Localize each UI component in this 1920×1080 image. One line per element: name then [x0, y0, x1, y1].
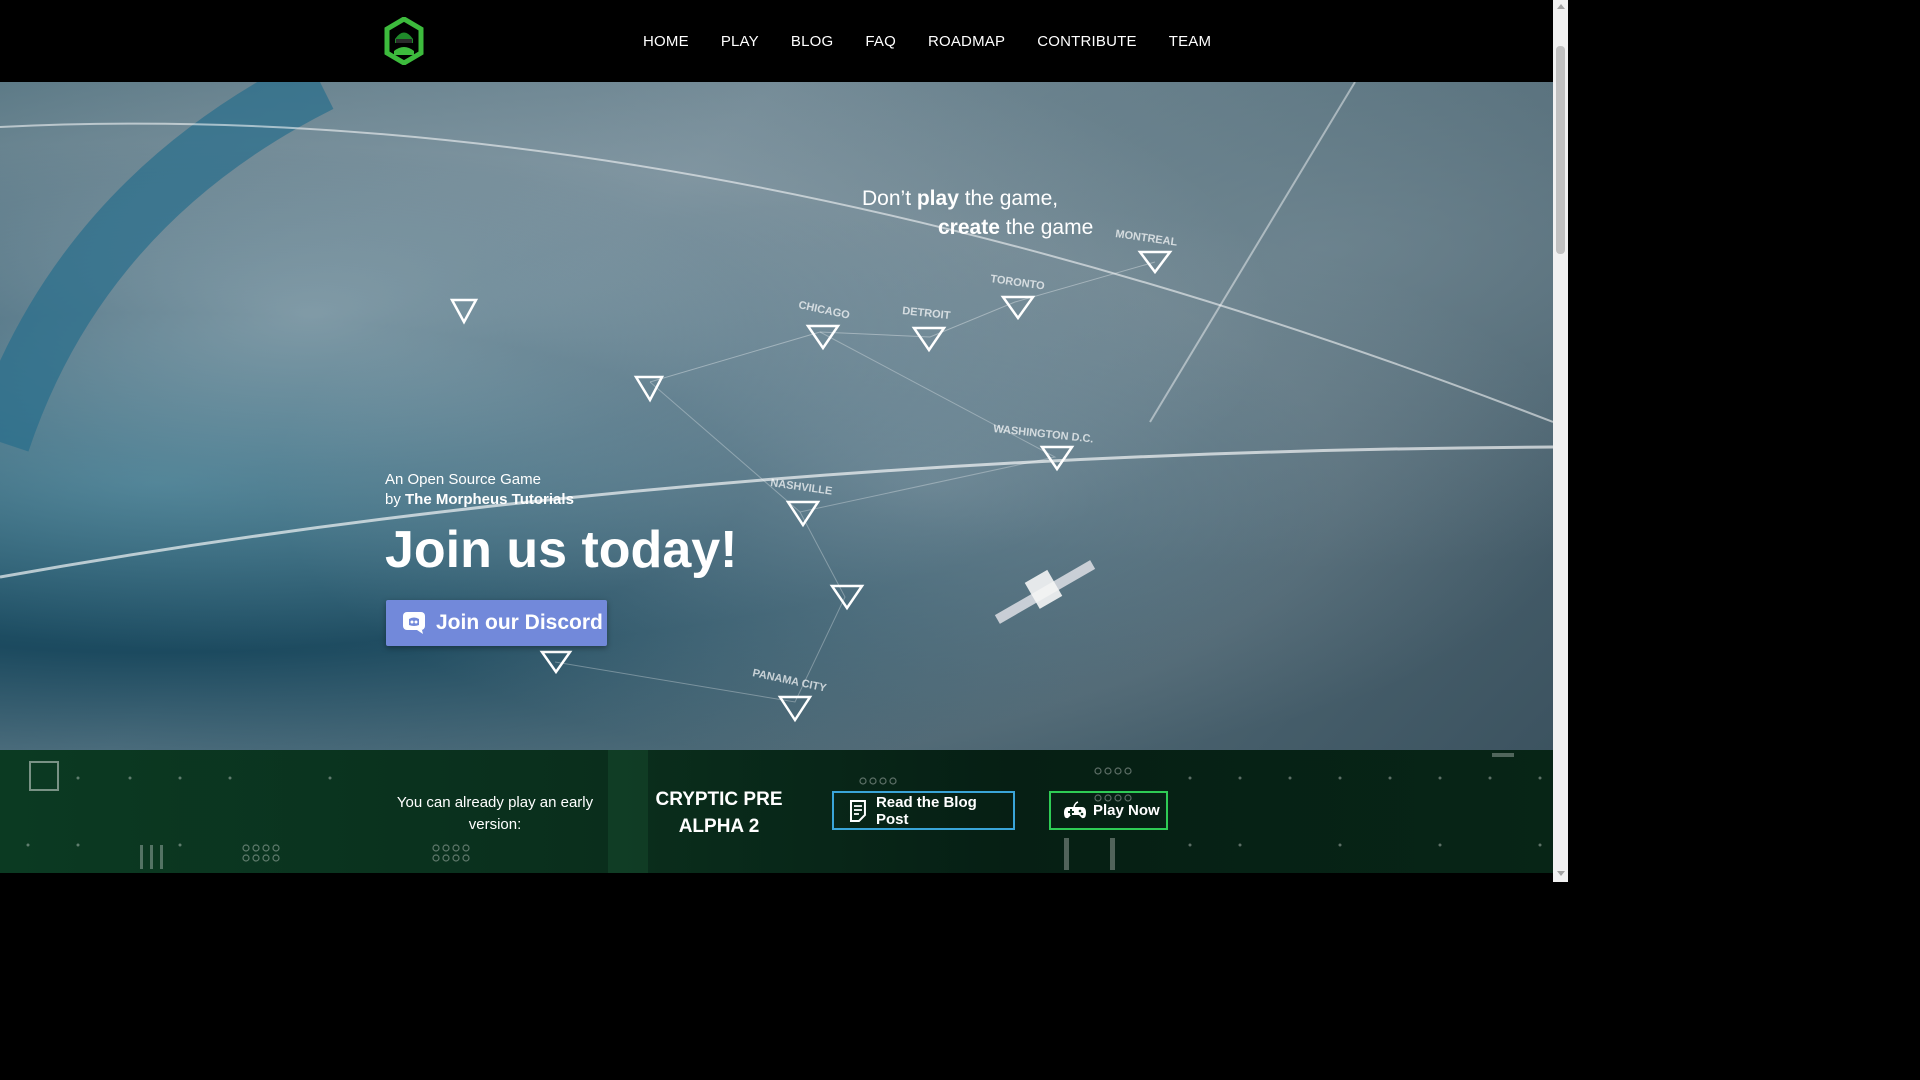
nav-contribute[interactable]: CONTRIBUTE [1037, 30, 1137, 54]
nav-play[interactable]: PLAY [721, 30, 759, 54]
discord-icon [403, 612, 425, 634]
map-label-detroit: DETROIT [902, 305, 952, 322]
main-nav: HOME PLAY BLOG FAQ ROADMAP CONTRIBUTE TE… [643, 30, 1243, 54]
play-button-label: Play Now [1093, 802, 1160, 819]
play-now-button[interactable]: Play Now [1049, 791, 1168, 830]
top-navbar: HOME PLAY BLOG FAQ ROADMAP CONTRIBUTE TE… [0, 0, 1553, 82]
map-overlay: MONTREAL TORONTO CHICAGO DETROIT WASHING… [0, 82, 1553, 723]
nav-team[interactable]: TEAM [1169, 30, 1211, 54]
hero-earth-background: MONTREAL TORONTO CHICAGO DETROIT WASHING… [0, 82, 1553, 750]
gamepad-icon [1064, 800, 1086, 818]
scroll-up-arrow-icon[interactable] [1557, 4, 1565, 9]
satellite-graphic [994, 560, 1096, 624]
map-label-chicago: CHICAGO [797, 299, 851, 322]
hero-byline: An Open Source Game by The Morpheus Tuto… [385, 471, 574, 508]
document-icon [849, 799, 866, 822]
map-label-montreal: MONTREAL [1115, 228, 1179, 249]
nav-home[interactable]: HOME [643, 30, 689, 54]
hacker-logo-icon[interactable] [384, 17, 424, 65]
nav-blog[interactable]: BLOG [791, 30, 833, 54]
map-label-nashville: NASHVILLE [770, 477, 833, 498]
author-name: The Morpheus Tutorials [405, 491, 574, 508]
scroll-down-arrow-icon[interactable] [1557, 871, 1565, 876]
map-label-panama-city: PANAMA CITY [751, 667, 828, 695]
blog-button-label: Read the Blog Post [875, 793, 977, 828]
nav-faq[interactable]: FAQ [865, 30, 896, 54]
nav-roadmap[interactable]: ROADMAP [928, 30, 1005, 54]
scroll-thumb[interactable] [1556, 46, 1565, 254]
hero-headline: Join us today! [385, 521, 738, 579]
join-discord-button[interactable]: Join our Discord [386, 600, 607, 646]
discord-button-label: Join our Discord [436, 611, 603, 634]
map-label-toronto: TORONTO [990, 273, 1046, 293]
page-scrollbar[interactable] [1553, 0, 1568, 882]
hero-tagline: Don’t play the game, create the game [862, 187, 1094, 239]
early-version-text: You can already play an early version: [396, 794, 594, 833]
map-label-washington: WASHINGTON D.C. [993, 423, 1094, 445]
read-blog-post-button[interactable]: Read the Blog Post [832, 791, 1015, 830]
release-name: CRYPTIC PRE ALPHA 2 [655, 789, 783, 837]
